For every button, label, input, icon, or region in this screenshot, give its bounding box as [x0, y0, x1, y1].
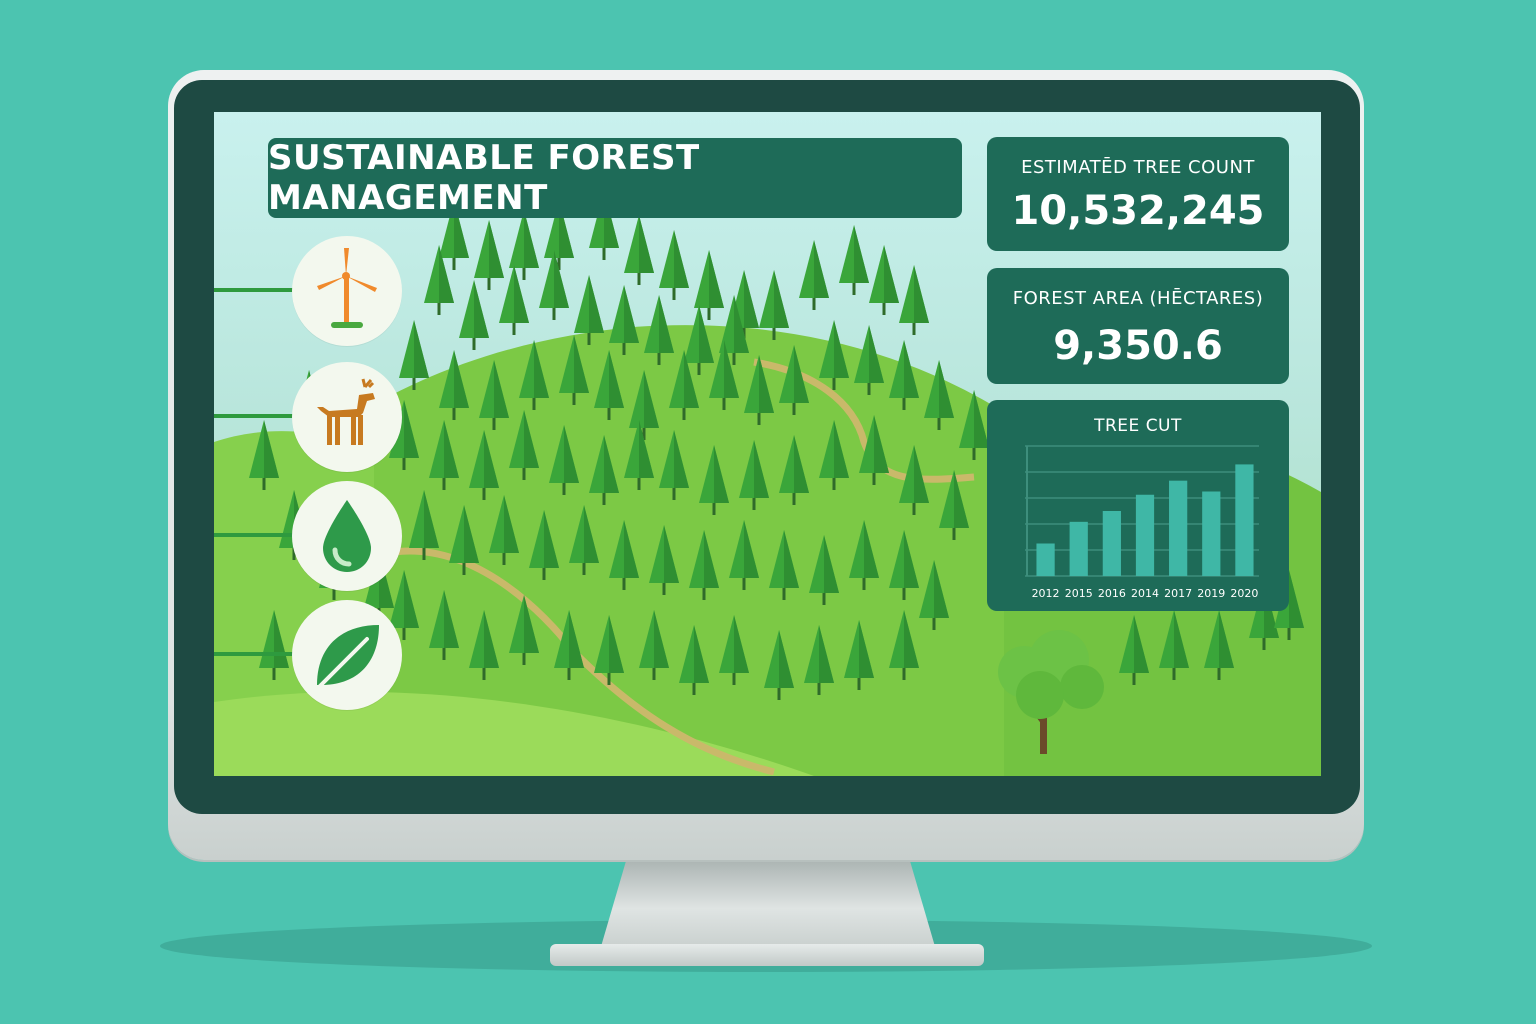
page-title: SUSTAINABLE FOREST MANAGEMENT [268, 138, 700, 218]
chart-bar [1202, 491, 1221, 576]
tree-count-card: ESTIMATĒD TREE COUNT 10,532,245 [987, 137, 1289, 251]
conifer-tree [539, 250, 569, 320]
conifer-tree [869, 245, 899, 315]
wildlife-button[interactable] [292, 362, 402, 472]
conifer-tree [759, 270, 789, 340]
water-drop-icon [323, 500, 371, 572]
chart-bar [1235, 464, 1254, 576]
dashboard-title-bar: SUSTAINABLE FOREST MANAGEMENT [268, 138, 962, 218]
tree-cut-bar-chart: 2012 2015 2016 2014 2017 2019 2020 [1025, 445, 1259, 600]
chart-bar [1036, 543, 1055, 576]
conifer-tree [799, 240, 829, 310]
ecology-button[interactable] [292, 600, 402, 710]
conifer-tree [839, 225, 869, 295]
chart-bar [1135, 494, 1155, 576]
chart-x-tick-label: 2012 [1032, 587, 1060, 600]
water-button[interactable] [292, 481, 402, 591]
connector-line [214, 652, 294, 656]
wind-turbine-button[interactable] [292, 236, 402, 346]
conifer-tree [474, 220, 504, 290]
conifer-tree [624, 215, 654, 285]
monitor-stand-neck [600, 858, 936, 950]
conifer-tree [659, 230, 689, 300]
dashboard-screen: SUSTAINABLE FOREST MANAGEMENT ESTIMATĒD … [214, 112, 1321, 776]
wind-turbine-icon [317, 248, 377, 328]
chart-x-tick-label: 2015 [1065, 587, 1093, 600]
conifer-tree [899, 265, 929, 335]
chart-x-tick-label: 2016 [1098, 587, 1126, 600]
chart-x-tick-label: 2017 [1164, 587, 1192, 600]
chart-x-tick-label: 2014 [1131, 587, 1159, 600]
forest-area-card: FOREST AREA (HĒCTARES) 9,350.6 [987, 268, 1289, 384]
deer-icon [317, 378, 375, 445]
connector-line [214, 288, 294, 292]
forest-area-label: FOREST AREA (HĒCTARES) [1012, 288, 1264, 309]
chart-x-tick-label: 2019 [1197, 587, 1225, 600]
chart-bar [1102, 511, 1121, 576]
connector-line [214, 414, 294, 418]
tree-count-label: ESTIMATĒD TREE COUNT [1021, 157, 1255, 178]
chart-bar [1069, 521, 1088, 576]
forest-area-value: 9,350.6 [1053, 323, 1223, 369]
tree-count-value: 10,532,245 [1011, 188, 1265, 234]
connector-line [214, 533, 294, 537]
chart-bar [1169, 480, 1188, 576]
monitor-stand-base [550, 944, 984, 966]
conifer-tree [459, 280, 489, 350]
chart-x-tick-label: 2020 [1230, 587, 1258, 600]
tree-cut-chart-card: TREE CUT 2012 2015 2016 2014 2017 2019 2020 [987, 400, 1289, 611]
leaf-icon [317, 625, 379, 689]
